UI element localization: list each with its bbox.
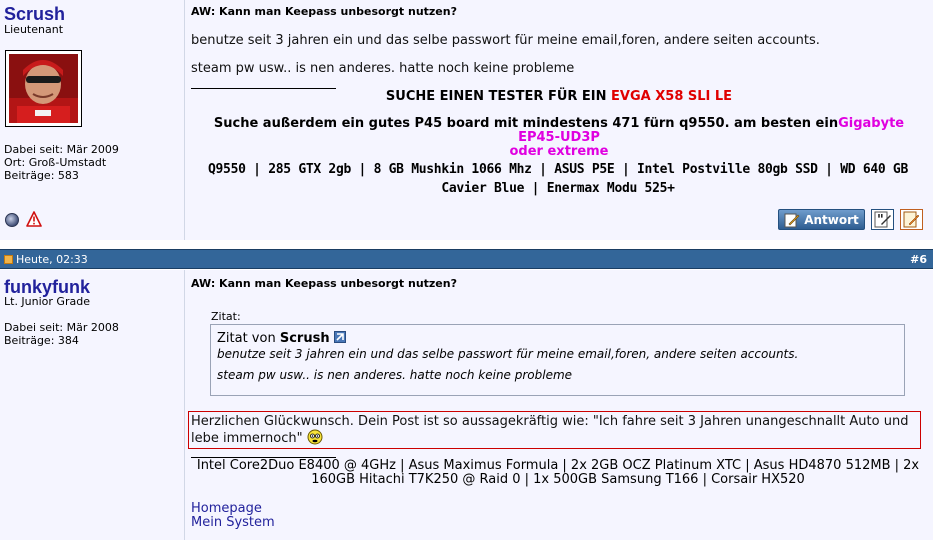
signature-board-text: Suche außerdem ein gutes P45 board mit m… [213,116,839,131]
post-status-icon [4,255,13,264]
signature-system-2: Intel Core2Duo E8400 @ 4GHz | Asus Maxim… [196,458,920,487]
post-content: AW: Kann man Keepass unbesorgt nutzen? b… [185,0,933,240]
signature-board-item2: oder extreme [509,144,609,159]
signature-board: Suche außerdem ein gutes P45 board mit m… [195,117,923,159]
user-info-panel: Scrush Lieutenant Dabei seit: Mär 2009 O… [0,0,185,240]
user-title-2: Lt. Junior Grade [4,295,90,308]
quote-line2: steam pw usw.. is nen anderes. hatte noc… [217,368,573,382]
quote-author: Scrush [279,331,330,346]
signature-search-text: SUCHE EINEN TESTER FÜR EIN [385,89,612,104]
post-1: Scrush Lieutenant Dabei seit: Mär 2009 O… [0,0,933,240]
quote-label: Zitat: [211,310,241,323]
joined-date-2: Dabei seit: Mär 2008 [4,321,119,334]
user-location: Ort: Groß-Umstadt [4,156,107,169]
joined-date: Dabei seit: Mär 2009 [4,143,119,156]
username-link-2[interactable]: funkyfunk [4,277,90,297]
post-count: Beiträge: 583 [4,169,79,182]
reply-button-label: Antwort [804,212,859,227]
post-title-2: AW: Kann man Keepass unbesorgt nutzen? [191,277,457,290]
reply-button[interactable]: Antwort [778,209,865,230]
multi-quote-button[interactable] [900,209,923,230]
reply-text: Herzlichen Glückwunsch. Dein Post ist so… [191,414,909,446]
svg-text:": " [877,213,884,228]
post-date: Heute, 02:33 [16,253,88,266]
signature-search: SUCHE EINEN TESTER FÜR EIN EVGA X58 SLI … [185,89,933,105]
post-number-link[interactable]: #6 [910,253,927,266]
online-status-icon [5,213,19,227]
user-info-panel-2: funkyfunk Lt. Junior Grade Dabei seit: M… [0,270,185,540]
reply-highlight-box: Herzlichen Glückwunsch. Dein Post ist so… [188,411,921,449]
signature-system: Q9550 | 285 GTX 2gb | 8 GB Mushkin 1066 … [208,162,908,196]
avatar-image [9,54,78,123]
quote-button[interactable]: " [871,209,894,230]
post-title: AW: Kann man Keepass unbesorgt nutzen? [191,5,457,18]
username-link[interactable]: Scrush [4,4,65,24]
user-title: Lieutenant [4,23,64,36]
homepage-link[interactable]: Homepage [191,501,262,516]
quote-block: Zitat von Scrush benutze seit 3 jahren e… [210,324,905,396]
post-content-2: AW: Kann man Keepass unbesorgt nutzen? Z… [185,270,933,540]
post-header-bar: Heute, 02:33 #6 [0,249,933,269]
quote-icon: " [874,211,891,228]
my-system-link[interactable]: Mein System [191,515,275,530]
multi-quote-icon [903,211,920,228]
pencil-icon [784,213,800,227]
avatar[interactable] [5,50,82,127]
report-post-icon[interactable] [26,211,42,227]
smiley-icon [307,429,323,445]
post-2: funkyfunk Lt. Junior Grade Dabei seit: M… [0,270,933,540]
signature-search-item: EVGA X58 SLI LE [611,89,733,104]
post-body-line2: steam pw usw.. is nen anderes. hatte noc… [191,61,575,76]
quote-from-text: Zitat von [217,331,280,346]
view-post-icon[interactable] [333,331,346,343]
post-count-2: Beiträge: 384 [4,334,79,347]
quote-line1: benutze seit 3 jahren ein und das selbe … [217,347,799,361]
post-body-line1: benutze seit 3 jahren ein und das selbe … [191,33,820,48]
